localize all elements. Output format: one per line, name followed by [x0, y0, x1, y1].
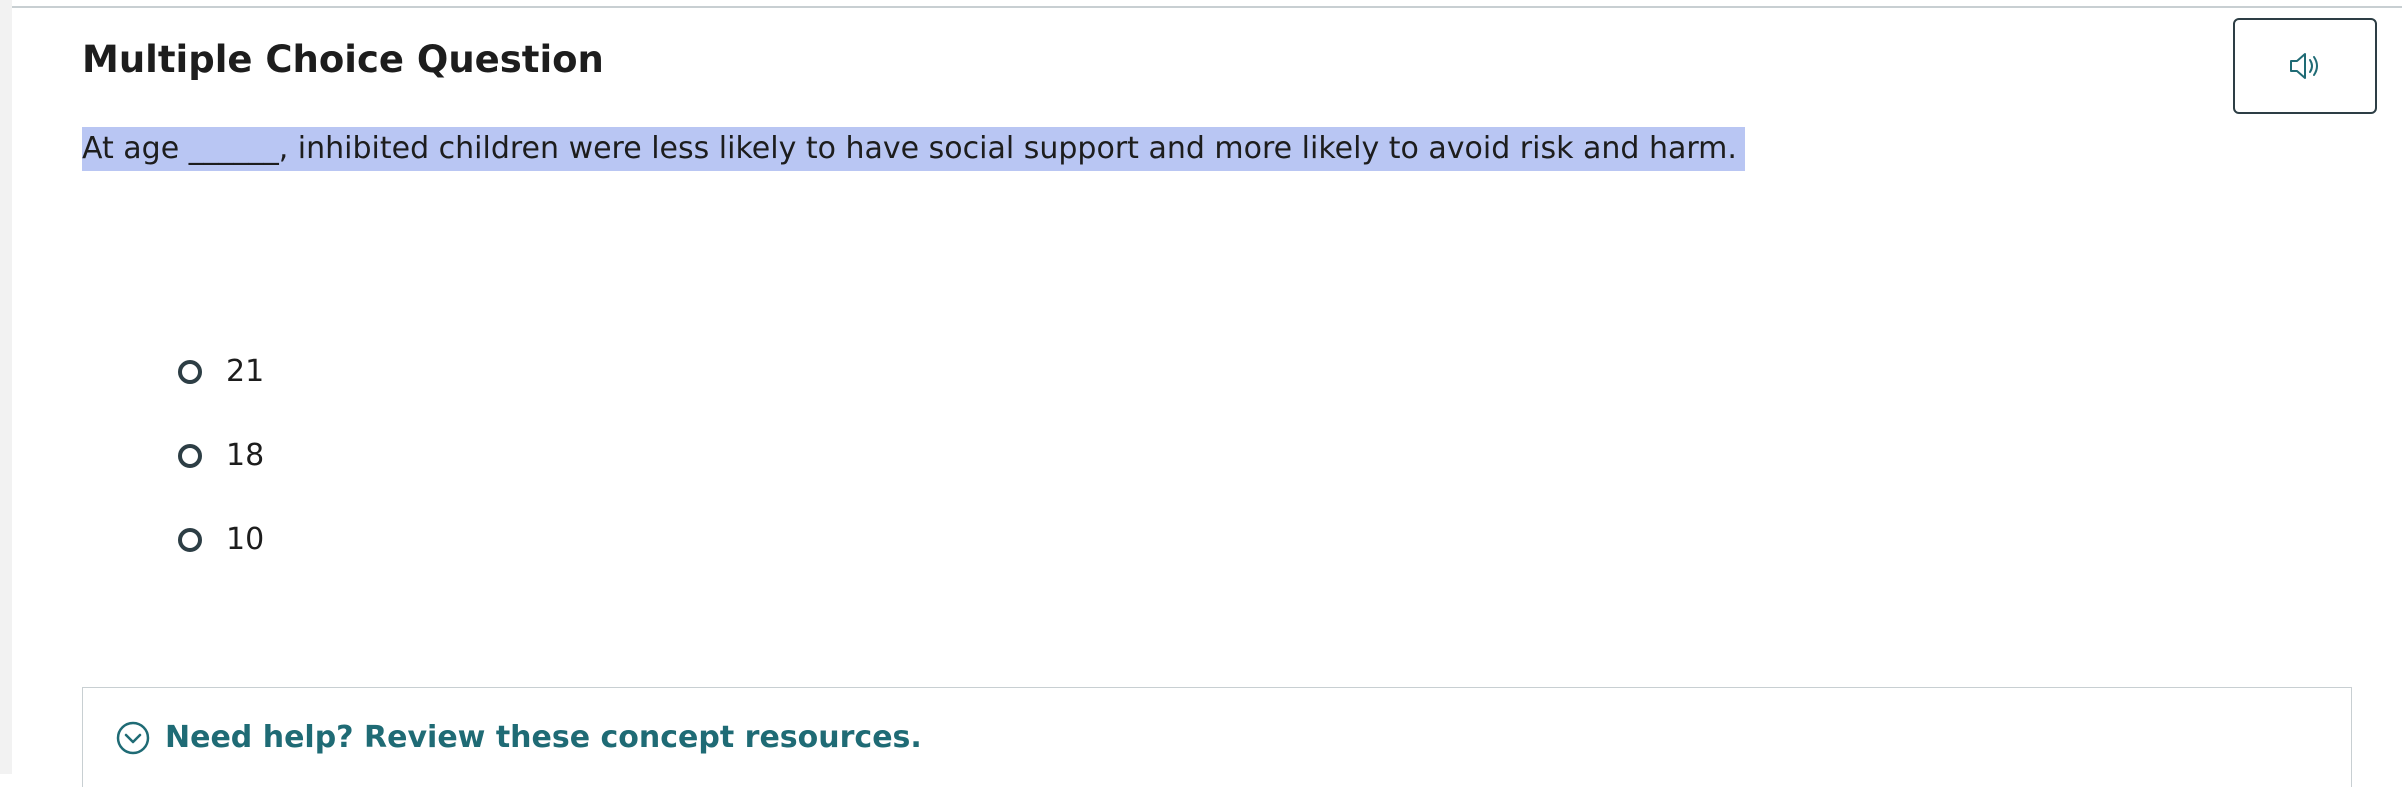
chevron-down-circle-icon: [116, 721, 150, 755]
radio-button[interactable]: [178, 360, 202, 384]
answer-option-label: 21: [226, 354, 265, 389]
answer-option[interactable]: 18: [178, 414, 264, 498]
read-aloud-button[interactable]: [2233, 18, 2377, 114]
answer-option[interactable]: 21: [178, 330, 264, 414]
answer-options: 21 18 10: [178, 330, 264, 582]
radio-button[interactable]: [178, 444, 202, 468]
concept-resources-label: Need help? Review these concept resource…: [165, 720, 922, 755]
page-title: Multiple Choice Question: [82, 38, 604, 81]
top-divider: [12, 6, 2402, 8]
left-gutter: [0, 0, 12, 774]
question-prompt: At age ______, inhibited children were l…: [82, 127, 1745, 171]
answer-option-label: 18: [226, 438, 265, 473]
concept-resources-toggle[interactable]: Need help? Review these concept resource…: [115, 718, 922, 758]
speaker-icon: [2290, 53, 2318, 79]
concept-resources-panel: Need help? Review these concept resource…: [82, 687, 2352, 787]
answer-option-label: 10: [226, 522, 265, 557]
radio-button[interactable]: [178, 528, 202, 552]
answer-option[interactable]: 10: [178, 498, 264, 582]
